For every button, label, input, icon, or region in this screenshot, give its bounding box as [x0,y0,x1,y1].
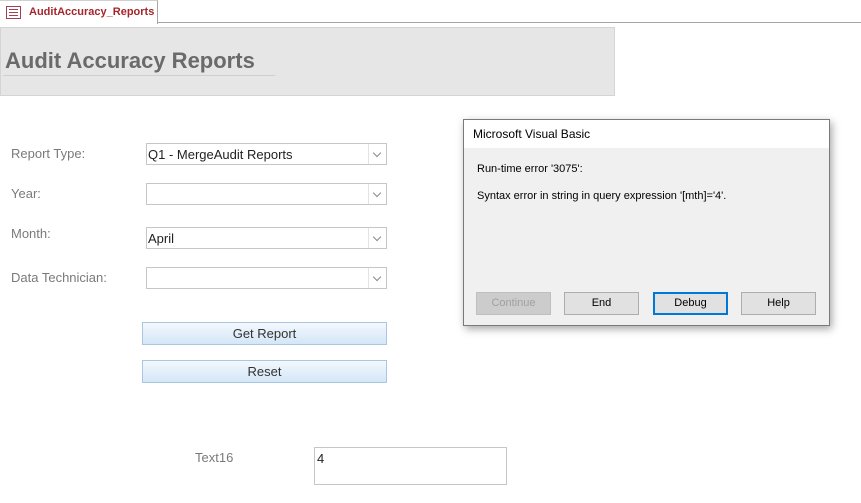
dialog-titlebar[interactable]: Microsoft Visual Basic [464,120,829,148]
form-header: Audit Accuracy Reports [0,27,615,96]
help-button[interactable]: Help [741,292,816,315]
tab-auditaccuracy-reports[interactable]: AuditAccuracy_Reports [0,0,158,24]
tab-divider [158,22,861,23]
form-icon [6,6,21,19]
report-type-label: Report Type: [11,146,86,161]
text16-value: 4 [317,451,325,466]
page-title: Audit Accuracy Reports [5,48,255,73]
chevron-down-icon[interactable] [368,228,386,248]
get-report-button[interactable]: Get Report [142,322,387,345]
month-label: Month: [11,226,51,241]
document-tab-strip: AuditAccuracy_Reports [0,0,861,24]
data-technician-combo[interactable] [146,267,387,289]
text16-label: Text16 [195,450,234,465]
debug-button[interactable]: Debug [653,292,728,315]
continue-button: Continue [476,292,551,315]
year-label: Year: [11,186,41,201]
month-value: April [148,231,175,246]
reset-button[interactable]: Reset [142,360,387,383]
error-code-text: Run-time error '3075': [477,163,583,175]
report-type-combo[interactable]: Q1 - MergeAudit Reports [146,143,387,165]
end-button[interactable]: End [564,292,639,315]
vba-error-dialog: Microsoft Visual Basic Run-time error '3… [463,119,830,326]
chevron-down-icon[interactable] [368,268,386,288]
month-combo[interactable]: April [146,227,387,249]
tab-label: AuditAccuracy_Reports [29,6,155,18]
dialog-title: Microsoft Visual Basic [473,127,591,141]
chevron-down-icon[interactable] [368,144,386,164]
title-underline [3,75,275,76]
year-combo[interactable] [146,183,387,205]
report-type-value: Q1 - MergeAudit Reports [148,147,293,162]
chevron-down-icon[interactable] [368,184,386,204]
data-technician-label: Data Technician: [11,270,107,285]
text16-input[interactable]: 4 [314,447,507,485]
error-message-text: Syntax error in string in query expressi… [477,190,727,202]
